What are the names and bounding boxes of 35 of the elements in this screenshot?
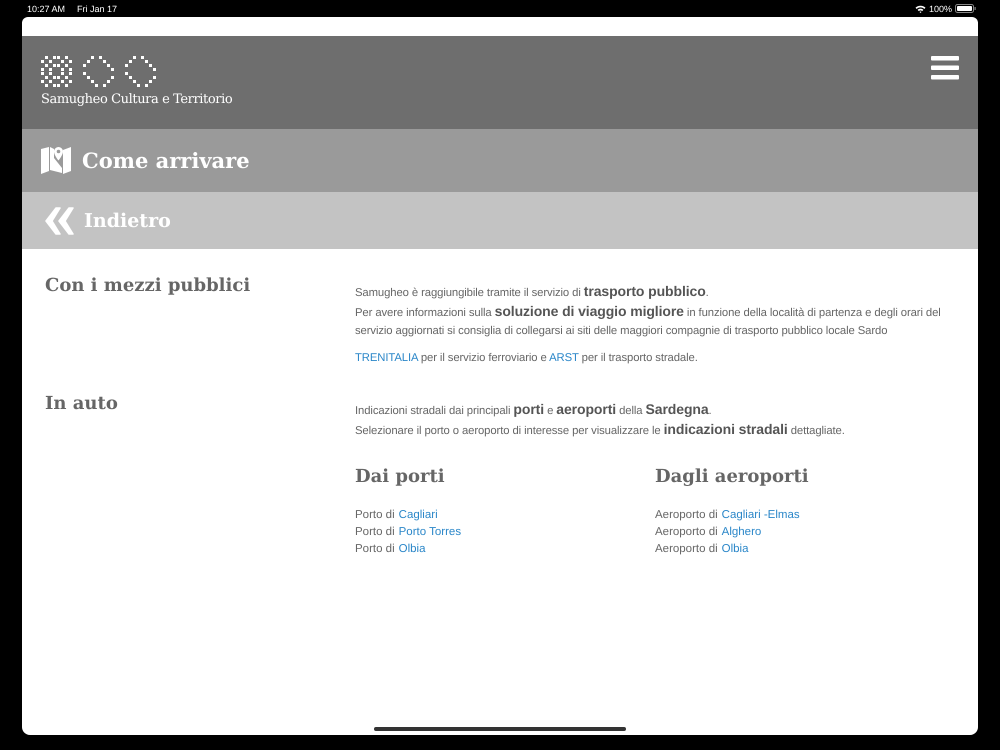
item-label: Porto di bbox=[355, 508, 395, 523]
place-link[interactable]: Olbia bbox=[398, 541, 426, 558]
place-link[interactable]: Cagliari -Elmas bbox=[722, 507, 800, 524]
text-link[interactable]: TRENITALIA bbox=[355, 352, 418, 364]
column-heading: Dagli aeroporti bbox=[655, 466, 810, 487]
text-link[interactable]: ARST bbox=[549, 352, 579, 364]
menu-icon[interactable] bbox=[931, 56, 959, 80]
pattern-logo-icon bbox=[83, 56, 115, 88]
section-heading: Con i mezzi pubblici bbox=[45, 275, 252, 298]
status-time: 10:27 AM bbox=[27, 4, 66, 14]
place-link[interactable]: Olbia bbox=[722, 541, 749, 558]
double-chevron-icon bbox=[44, 206, 74, 234]
place-link[interactable]: Alghero bbox=[722, 524, 762, 541]
item-label: Porto di bbox=[355, 525, 395, 540]
column-heading: Dai porti bbox=[355, 466, 446, 487]
info-text: TRENITALIA per il servizio ferroviario e ARST per il trasporto stradale. bbox=[355, 351, 699, 366]
info-text: Selezionare il porto o aeroporto di interesse per visualizzare le indicazioni stradali dettagliate. bbox=[355, 420, 846, 439]
item-label: Aeroporto di bbox=[655, 542, 718, 557]
section-heading: In auto bbox=[45, 393, 119, 416]
item-label: Porto di bbox=[355, 542, 395, 557]
page-title: Come arrivare bbox=[82, 148, 250, 173]
info-text: Indicazioni stradali dai principali porti e aeroporti della Sardegna. bbox=[355, 400, 713, 419]
place-link[interactable]: Porto Torres bbox=[398, 524, 462, 541]
pattern-logo-icon bbox=[125, 56, 157, 88]
item-label: Aeroporto di bbox=[655, 508, 718, 523]
battery-percent: 100% bbox=[928, 4, 952, 14]
wifi-icon bbox=[914, 4, 926, 12]
status-date: Fri Jan 17 bbox=[77, 4, 118, 14]
battery-icon bbox=[955, 4, 976, 13]
item-label: Aeroporto di bbox=[655, 525, 718, 540]
map-pin-icon bbox=[40, 146, 72, 176]
site-title: Samugheo Cultura e Territorio bbox=[41, 92, 232, 107]
place-link[interactable]: Cagliari bbox=[398, 507, 438, 524]
pattern-logo-icon bbox=[41, 56, 73, 88]
info-text: Samugheo è raggiungibile tramite il servizio di trasporto pubblico. bbox=[355, 282, 710, 301]
